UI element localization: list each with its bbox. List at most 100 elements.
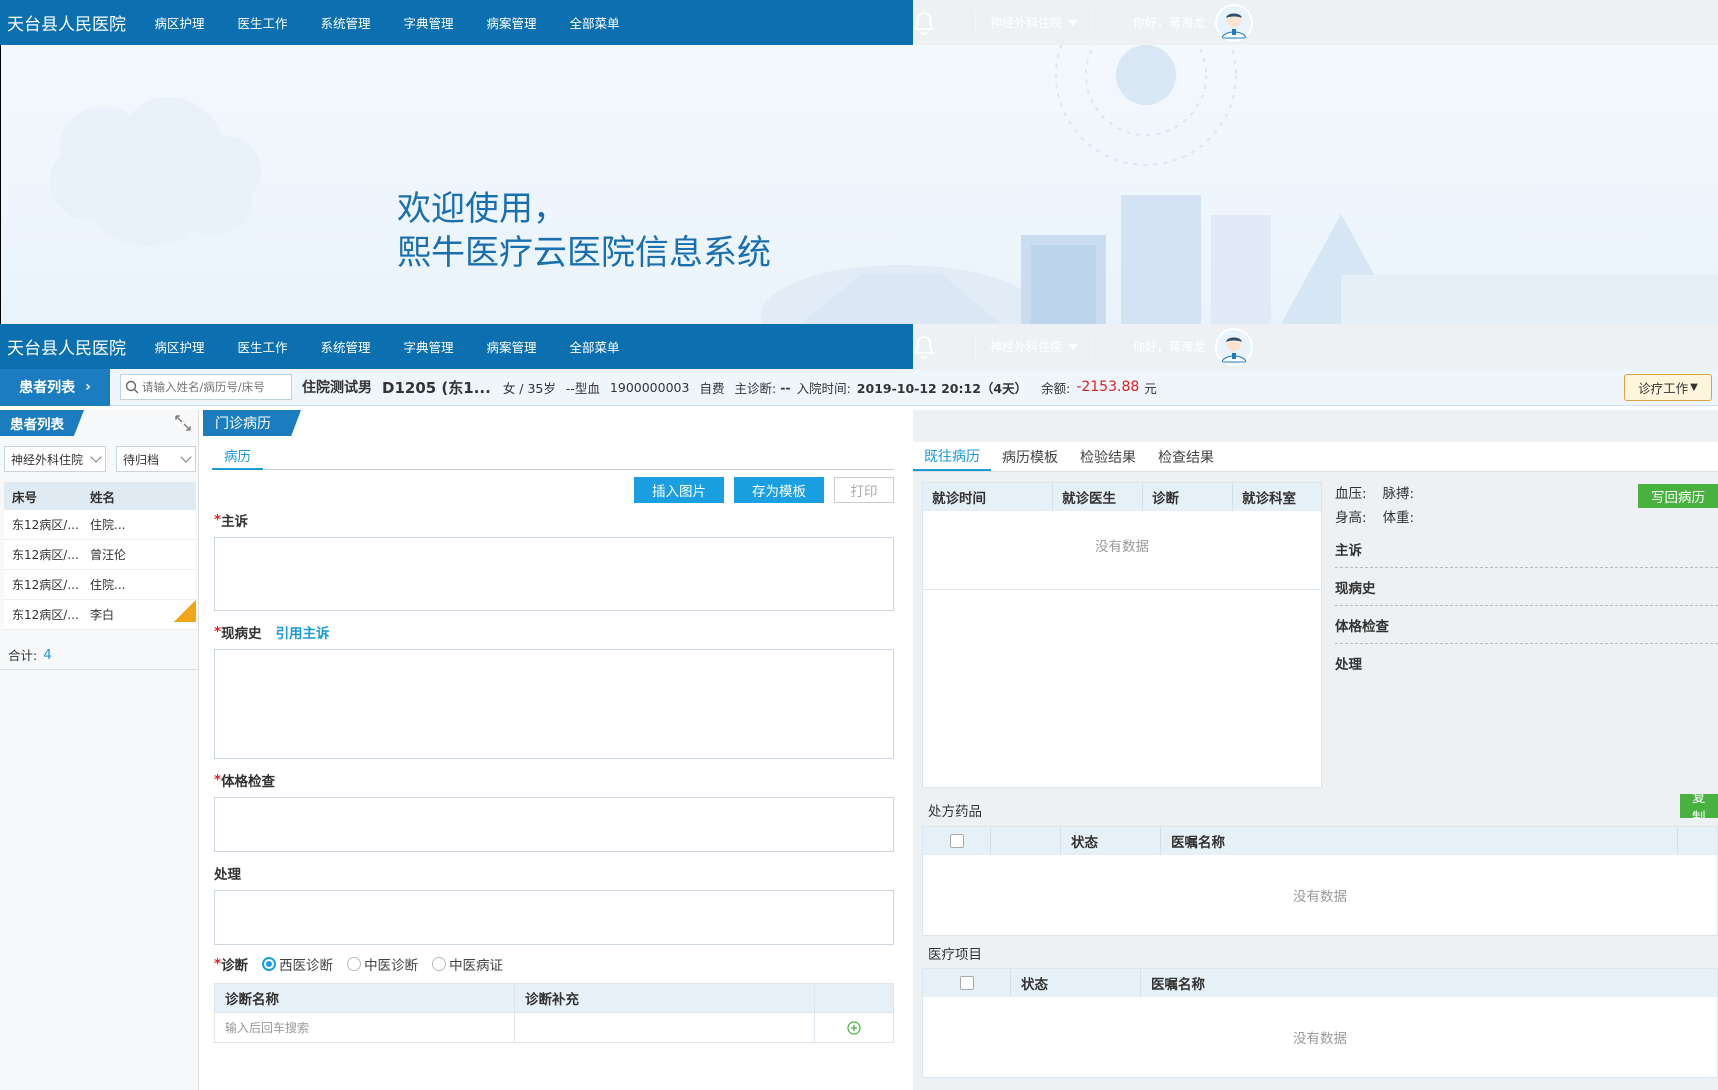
present-history-label: * 现病史 引用主诉 bbox=[214, 621, 913, 643]
cell-name: 住院... bbox=[90, 518, 126, 532]
radio-western-diagnosis[interactable] bbox=[262, 957, 277, 971]
complaint-field[interactable] bbox=[214, 537, 894, 611]
table-row[interactable]: 东12病区/... 李白 bbox=[4, 600, 196, 630]
required-mark: * bbox=[214, 624, 222, 640]
pulse-label: 脉搏: bbox=[1382, 486, 1415, 502]
column-visit-doctor: 就诊医生 bbox=[1053, 483, 1143, 511]
treatment-label-text: 处理 bbox=[214, 867, 241, 883]
patient-name: 住院测试男 bbox=[302, 380, 372, 396]
select-all-checkbox[interactable] bbox=[959, 976, 974, 990]
tab-lab-results[interactable]: 检验结果 bbox=[1069, 442, 1147, 471]
treatment-label: 处理 bbox=[214, 862, 913, 884]
column-blank bbox=[991, 827, 1061, 855]
cell-name: 李白 bbox=[90, 608, 115, 622]
column-order-name: 医嘱名称 bbox=[1151, 977, 1205, 993]
department-filter-value: 神经外科住院 bbox=[11, 452, 84, 467]
table-header: 状态 医嘱名称 bbox=[923, 969, 1717, 997]
column-diagnosis: 诊断 bbox=[1143, 483, 1233, 511]
diagnosis-supplement-input[interactable] bbox=[515, 1013, 815, 1042]
welcome-banner: 欢迎使用， 熙牛医疗云医院信息系统 bbox=[0, 45, 1718, 324]
menu-item-ward-nursing[interactable]: 病区护理 bbox=[138, 337, 221, 356]
medical-items-title: 医疗项目 bbox=[928, 947, 982, 963]
menu-item-medical-records[interactable]: 病案管理 bbox=[470, 337, 553, 356]
chevron-down-icon bbox=[90, 451, 102, 463]
menu-item-dictionary[interactable]: 字典管理 bbox=[387, 337, 470, 356]
save-template-button[interactable]: 存为模板 bbox=[734, 477, 824, 503]
column-visit-time: 就诊时间 bbox=[923, 483, 1053, 511]
required-mark: * bbox=[214, 956, 222, 972]
select-all-checkbox[interactable] bbox=[949, 834, 964, 848]
cell-name: 住院... bbox=[90, 578, 126, 592]
menu-item-all-menus[interactable]: 全部菜单 bbox=[553, 337, 636, 356]
column-status: 状态 bbox=[1061, 827, 1161, 855]
present-history-field[interactable] bbox=[214, 649, 894, 759]
cell-bed: 东12病区/... bbox=[12, 578, 79, 592]
status-filter[interactable]: 待归档 bbox=[116, 446, 196, 472]
balance-value: -2153.88 bbox=[1076, 379, 1140, 395]
diagnosis-search-input[interactable]: 输入后回车搜索 bbox=[215, 1013, 515, 1042]
tab-exam-results[interactable]: 检查结果 bbox=[1147, 442, 1225, 471]
menu-item-all-menus[interactable]: 全部菜单 bbox=[553, 13, 636, 32]
physical-exam-field[interactable] bbox=[214, 797, 894, 852]
menu-item-doctor-work[interactable]: 医生工作 bbox=[221, 13, 304, 32]
patient-list-toggle[interactable]: 患者列表 › bbox=[0, 368, 110, 406]
table-row[interactable]: 东12病区/... 住院... bbox=[4, 510, 196, 540]
history-panel: 既往病历 病历模板 检验结果 检查结果 就诊时间 就诊医生 诊断 就诊科室 没有… bbox=[913, 410, 1718, 1090]
tab-record[interactable]: 病历 bbox=[212, 442, 263, 470]
menu-item-doctor-work[interactable]: 医生工作 bbox=[221, 337, 304, 356]
print-button[interactable]: 打印 bbox=[834, 477, 894, 503]
radio-tcm-syndrome[interactable] bbox=[432, 957, 447, 971]
tab-past-records[interactable]: 既往病历 bbox=[913, 442, 991, 471]
department-selector[interactable]: 神经外科住院 bbox=[975, 9, 1094, 36]
copy-button[interactable]: 复制 bbox=[1680, 794, 1718, 818]
department-label: 神经外科住院 bbox=[990, 340, 1063, 354]
bell-icon[interactable] bbox=[913, 11, 935, 35]
department-selector[interactable]: 神经外科住院 bbox=[975, 333, 1094, 360]
banner-illustration bbox=[49, 45, 1718, 324]
menu-item-medical-records[interactable]: 病案管理 bbox=[470, 13, 553, 32]
physical-exam-label-text: 体格检查 bbox=[221, 774, 276, 790]
patient-list-toggle-label: 患者列表 bbox=[19, 380, 76, 396]
detail-section-present-history: 现病史 bbox=[1335, 568, 1718, 606]
avatar[interactable] bbox=[1215, 3, 1254, 42]
admission-time-value: 2019-10-12 20:12（4天） bbox=[856, 380, 1028, 396]
insert-image-button[interactable]: 插入图片 bbox=[634, 477, 724, 503]
treatment-field[interactable] bbox=[214, 890, 894, 945]
table-row[interactable]: 东12病区/... 曾汪伦 bbox=[4, 540, 196, 570]
radio-tcm-diagnosis[interactable] bbox=[347, 957, 362, 971]
patient-sex-age: 女 / 35岁 bbox=[502, 380, 556, 396]
table-row: 输入后回车搜索 bbox=[215, 1012, 893, 1042]
menu-item-system-admin[interactable]: 系统管理 bbox=[304, 13, 387, 32]
quote-complaint-link[interactable]: 引用主诉 bbox=[276, 622, 330, 642]
search-input[interactable] bbox=[142, 380, 287, 394]
radio-tcm-label: 中医诊断 bbox=[364, 958, 419, 974]
radio-tcm-syndrome-label: 中医病证 bbox=[449, 958, 504, 974]
main-menu: 病区护理 医生工作 系统管理 字典管理 病案管理 全部菜单 bbox=[138, 337, 636, 356]
menu-item-ward-nursing[interactable]: 病区护理 bbox=[138, 13, 221, 32]
visit-no-data: 没有数据 bbox=[1095, 539, 1149, 555]
menu-item-dictionary[interactable]: 字典管理 bbox=[387, 13, 470, 32]
table-row[interactable]: 东12病区/... 住院... bbox=[4, 570, 196, 600]
weight-label: 体重: bbox=[1382, 510, 1415, 526]
total-value: 4 bbox=[43, 646, 52, 663]
menu-item-system-admin[interactable]: 系统管理 bbox=[304, 337, 387, 356]
caret-down-icon bbox=[1068, 19, 1079, 26]
main-diagnosis-label: 主诊断: bbox=[734, 380, 777, 396]
department-filter[interactable]: 神经外科住院 bbox=[4, 446, 106, 472]
caret-down-icon bbox=[1068, 343, 1079, 350]
add-row-button[interactable] bbox=[815, 1013, 893, 1042]
hospital-name: 天台县人民医院 bbox=[7, 15, 126, 35]
welcome-text: 欢迎使用， 熙牛医疗云医院信息系统 bbox=[397, 187, 771, 275]
main-menu: 病区护理 医生工作 系统管理 字典管理 病案管理 全部菜单 bbox=[138, 13, 636, 32]
total-count: 合计: 4 bbox=[0, 640, 198, 670]
tab-record-templates[interactable]: 病历模板 bbox=[991, 442, 1069, 471]
column-visit-dept: 就诊科室 bbox=[1242, 491, 1296, 507]
clinical-work-button[interactable]: 诊疗工作 ▼ bbox=[1624, 374, 1712, 401]
bell-icon[interactable] bbox=[913, 335, 935, 359]
write-back-button[interactable]: 写回病历 bbox=[1638, 484, 1718, 508]
expand-icon[interactable] bbox=[173, 414, 193, 432]
patient-info-bar: 患者列表 › 住院测试男 D1205 (东1... 女 / 35岁 --型血 1… bbox=[0, 368, 1718, 406]
avatar[interactable] bbox=[1215, 327, 1254, 366]
select-all-cell bbox=[923, 969, 1011, 997]
patient-search[interactable] bbox=[120, 374, 292, 400]
